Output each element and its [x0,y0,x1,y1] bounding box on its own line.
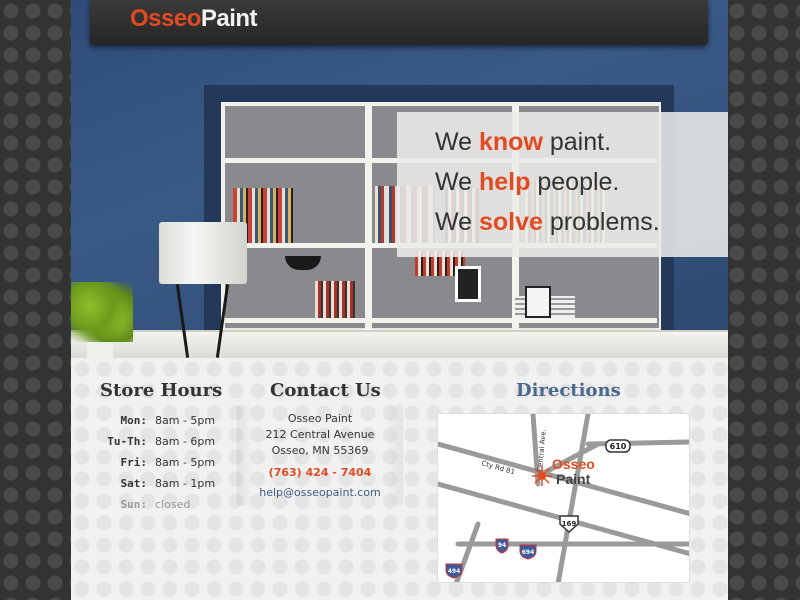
map-label-central-ave: Central Ave. [536,429,548,472]
map-label-paint: Paint [556,471,591,487]
directions-map[interactable]: 610 169 94 694 494 Cty Rd 81 Central Ave… [437,413,690,583]
shield-694-icon: 694 [519,544,537,560]
shield-610-icon: 610 [605,439,631,453]
svg-text:610: 610 [610,442,627,451]
hours-row: Sun: closed [120,498,191,511]
hero-plant [71,282,133,342]
tagline-line-1: We know paint. [435,128,612,156]
shield-494-icon: 494 [445,563,463,579]
contact-email-link[interactable]: help@osseopaint.com [237,485,403,501]
site-header: OsseoPaint [90,0,708,45]
tagline-line-3: We solve problems. [435,208,660,236]
hours-row: Tu-Th: 8am - 6pm [107,435,216,448]
page: We know paint. We help people. We solve … [71,0,728,600]
contact-title: Contact Us [270,380,381,401]
hero-lamp [159,222,247,284]
store-hours-list: Mon: 8am - 5pm Tu-Th: 8am - 6pm Fri: 8am - … [95,410,235,515]
store-marker-icon [532,466,552,486]
hero-banner: We know paint. We help people. We solve … [71,0,728,358]
svg-text:694: 694 [522,549,535,556]
store-hours-title: Store Hours [100,380,223,401]
shield-169-icon: 169 [559,515,579,534]
contact-name: Osseo Paint [287,412,353,425]
svg-text:94: 94 [498,542,506,549]
svg-text:494: 494 [448,568,461,575]
contact-phone[interactable]: (763) 424 - 7404 [237,465,403,481]
hours-row: Mon: 8am - 5pm [120,414,216,427]
hours-row: Sat: 8am - 1pm [120,477,216,490]
hours-row: Fri: 8am - 5pm [120,456,216,469]
directions-title[interactable]: Directions [516,380,621,401]
hero-cabinet-base [71,330,728,358]
map-graphic: 610 169 94 694 494 Cty Rd 81 Central Ave… [438,414,689,582]
svg-text:169: 169 [562,520,577,528]
site-logo[interactable]: OsseoPaint [130,5,258,33]
tagline-line-2: We help people. [435,168,620,196]
shield-94-icon: 94 [495,538,509,554]
tagline-box: We know paint. We help people. We solve … [397,112,728,257]
info-panel: Store Hours Mon: 8am - 5pm Tu-Th: 8am - 6p… [71,358,728,600]
road-hwy-169 [555,414,591,582]
road-hwy-610 [585,439,689,447]
contact-card: Osseo Paint 212 Central Avenue Osseo, MN… [237,405,403,505]
map-label-osseo: Osseo [552,456,595,472]
contact-city: Osseo, MN 55369 [271,444,369,457]
contact-street: 212 Central Avenue [265,428,375,441]
